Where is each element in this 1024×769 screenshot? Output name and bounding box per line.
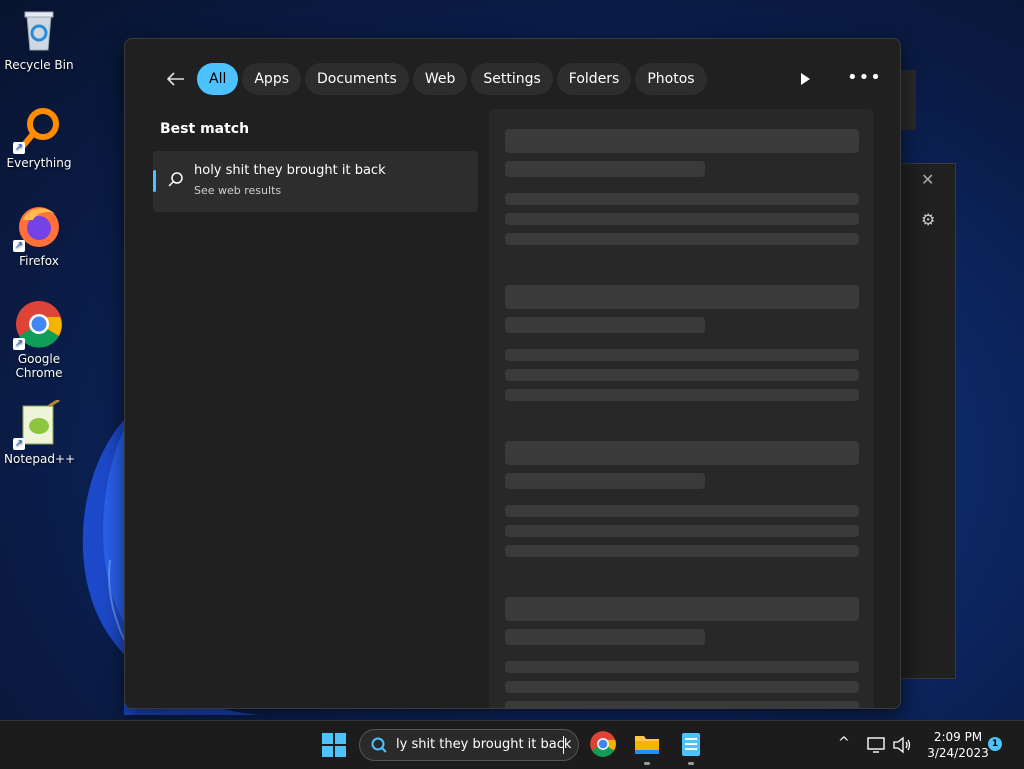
taskbar-search-input[interactable]: ly shit they brought it back [396,737,571,752]
desktop-icon-everything[interactable]: ↗ Everything [4,104,74,170]
filter-apps[interactable]: Apps [242,63,302,95]
notepadpp-icon: ↗ [13,398,63,450]
text-caret [563,736,564,754]
filter-folders[interactable]: Folders [556,63,632,95]
folder-icon [635,736,659,754]
chevron-up-icon[interactable]: ^ [838,735,850,751]
desktop-icon-firefox[interactable]: ↗ Firefox [4,202,74,268]
desktop-icon-label: Notepad++ [4,452,76,466]
recycle-bin-icon [15,6,63,54]
skeleton-bar [505,213,859,225]
shortcut-arrow-icon: ↗ [13,338,25,350]
running-indicator [644,762,650,765]
shortcut-arrow-icon: ↗ [13,240,25,252]
desktop-icon-google-chrome[interactable]: ↗ Google Chrome [4,300,74,380]
skeleton-bar [505,369,859,381]
skeleton-bar [505,505,859,517]
desktop-icon-label: Recycle Bin [4,58,74,72]
taskbar-clock[interactable]: 2:09 PM 3/24/2023 [918,729,998,761]
desktop-icon-recycle-bin[interactable]: Recycle Bin [4,6,74,72]
skeleton-bar [505,473,705,489]
notepad-icon [682,733,700,756]
skeleton-bar [505,629,705,645]
skeleton-bar [505,681,859,693]
running-indicator [688,762,694,765]
best-match-heading: Best match [160,121,250,137]
skeleton-bar [505,597,859,621]
start-button[interactable] [322,733,346,757]
skeleton-bar [505,193,859,205]
close-icon[interactable]: ✕ [921,170,934,189]
best-match-result[interactable]: holy shit they brought it back See web r… [153,151,478,212]
search-panel: All Apps Documents Web Settings Folders … [124,38,901,709]
filter-web[interactable]: Web [412,63,468,95]
shortcut-arrow-icon: ↗ [13,142,25,154]
skeleton-bar [505,701,859,708]
gear-icon[interactable]: ⚙ [921,210,935,229]
taskbar: ly shit they brought it back ^ 2:09 PM 3… [0,720,1024,769]
taskbar-search-box[interactable]: ly shit they brought it back [359,729,579,761]
search-filter-bar: All Apps Documents Web Settings Folders … [161,63,707,95]
taskbar-chrome[interactable] [589,730,617,758]
clock-time: 2:09 PM [933,730,983,744]
filter-settings[interactable]: Settings [471,63,553,95]
play-icon[interactable] [795,69,815,89]
skeleton-bar [505,317,705,333]
skeleton-bar [505,129,859,153]
network-icon[interactable] [866,736,886,754]
result-title: holy shit they brought it back [194,163,386,178]
desktop-icon-label: Firefox [19,254,59,268]
taskbar-file-explorer[interactable] [633,730,661,765]
firefox-icon: ↗ [13,202,63,252]
search-icon [371,737,387,753]
filter-documents[interactable]: Documents [305,63,409,95]
shortcut-arrow-icon: ↗ [13,438,25,450]
more-options-icon[interactable]: ••• [847,67,882,88]
result-subtitle: See web results [194,184,282,197]
skeleton-bar [505,525,859,537]
chrome-icon [590,731,616,757]
arrow-left-icon [167,72,184,86]
skeleton-bar [505,285,859,309]
skeleton-bar [505,661,859,673]
skeleton-bar [505,233,859,245]
chrome-icon: ↗ [13,300,63,350]
skeleton-bar [505,545,859,557]
everything-icon: ↗ [13,104,63,154]
desktop-icon-label: Everything [6,156,72,170]
skeleton-bar [505,389,859,401]
filter-photos[interactable]: Photos [635,63,707,95]
volume-icon[interactable] [892,736,912,754]
filter-all[interactable]: All [197,63,239,95]
desktop-icon-notepadpp[interactable]: ↗ Notepad++ [4,398,76,466]
skeleton-bar [505,161,705,177]
taskbar-notepad[interactable] [677,730,705,765]
notification-badge[interactable]: 1 [988,737,1002,751]
clock-date: 3/24/2023 [927,746,989,760]
back-button[interactable] [161,64,191,94]
desktop-icon-label: Google Chrome [15,352,63,380]
selection-indicator [153,170,156,192]
skeleton-bar [505,349,859,361]
search-icon [168,172,183,187]
skeleton-bar [505,441,859,465]
preview-pane-loading [489,109,874,708]
